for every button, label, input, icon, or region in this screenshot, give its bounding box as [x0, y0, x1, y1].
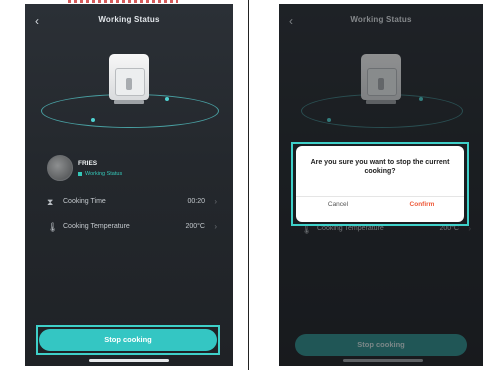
status-badge: Working Status [78, 171, 122, 177]
row-cooking-temperature[interactable]: 🌡 Cooking Temperature 200°C › [43, 220, 219, 236]
food-name: FRIES [78, 160, 98, 167]
header: ‹ Working Status [25, 12, 233, 30]
air-fryer-image [109, 54, 149, 106]
status-dot-icon [78, 171, 82, 176]
status-text: Working Status [85, 171, 123, 177]
phone-screen-confirm-stop: ‹ Working Status 🌡 Cooking Temperature 2… [279, 4, 483, 366]
thermometer-icon: 🌡 [47, 222, 59, 232]
dialog-message: Are you sure you want to stop the curren… [310, 159, 450, 175]
cancel-button[interactable]: Cancel [296, 201, 380, 208]
orbit-dot [165, 97, 169, 101]
phone-screen-working-status: ‹ Working Status FRIES Working Status ⧗ … [25, 4, 233, 366]
panel-divider [248, 0, 249, 370]
row-label: Cooking Temperature [63, 223, 130, 230]
orbit-dot [91, 118, 95, 122]
food-avatar [47, 155, 73, 181]
dialog-divider [296, 196, 464, 197]
home-indicator [89, 359, 169, 362]
row-label: Cooking Time [63, 198, 106, 205]
row-value: 200°C [185, 223, 205, 230]
chevron-right-icon: › [214, 197, 217, 206]
stop-cooking-button[interactable]: Stop cooking [39, 329, 217, 351]
scribble-mark [68, 0, 178, 3]
page-title: Working Status [98, 15, 160, 24]
hourglass-icon: ⧗ [47, 197, 54, 207]
row-value: 00:20 [187, 198, 205, 205]
row-cooking-time[interactable]: ⧗ Cooking Time 00:20 › [43, 195, 219, 211]
chevron-right-icon: › [214, 222, 217, 231]
confirm-dialog: Are you sure you want to stop the curren… [296, 146, 464, 222]
confirm-button[interactable]: Confirm [380, 201, 464, 208]
